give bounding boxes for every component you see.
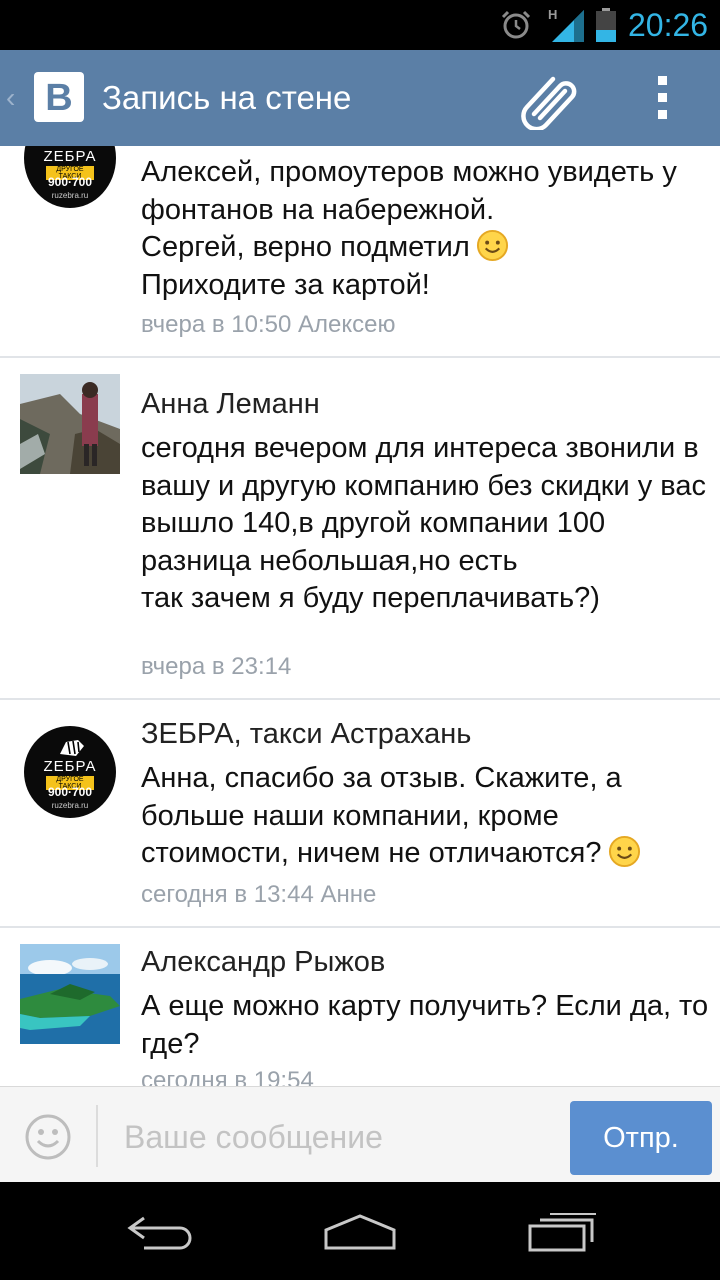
network-type-label: H <box>548 7 557 22</box>
alarm-clock-icon <box>501 10 531 39</box>
paperclip-icon[interactable] <box>520 70 584 130</box>
divider <box>0 698 720 700</box>
comment-meta[interactable]: сегодня в 13:44 Анне <box>141 880 376 910</box>
zebra-logo-name: ZEБРА <box>43 758 97 775</box>
zebra-logo-name: ZEБРА <box>43 148 97 165</box>
divider <box>0 356 720 358</box>
signal-icon: H <box>548 7 584 42</box>
zebra-head-icon <box>60 740 84 756</box>
clock-time: 20:26 <box>628 7 709 43</box>
zebra-logo-phone: 900·700 <box>47 785 93 799</box>
zebra-logo-url: ruzebra.ru <box>51 801 89 810</box>
comment-text-main: Алексей, промоутеров можно увидеть у фон… <box>141 156 677 263</box>
divider <box>0 926 720 928</box>
smiley-emoji-icon <box>476 229 508 262</box>
vk-logo[interactable]: В <box>34 72 84 122</box>
smiley-icon[interactable] <box>24 1113 72 1161</box>
send-button[interactable]: Отпр. <box>570 1101 712 1175</box>
comment-text-main: Анна, спасибо за отзыв. Скажите, а больш… <box>141 762 622 869</box>
back-chevron-icon[interactable]: ‹ <box>6 80 15 116</box>
comment-meta[interactable]: вчера в 23:14 <box>141 652 291 682</box>
message-input[interactable] <box>110 1109 550 1165</box>
user-photo-avatar[interactable] <box>20 944 120 1044</box>
comment-meta[interactable]: сегодня в 19:54 <box>141 1066 314 1086</box>
comment-text-after: Приходите за картой! <box>141 268 430 301</box>
zebra-avatar[interactable]: ZEБРА ДРУГОЕ ТАКСИ 900·700 ruzebra.ru <box>24 146 116 208</box>
user-photo-avatar[interactable] <box>20 374 120 474</box>
app-header: ‹ В Запись на стене <box>0 50 720 146</box>
overflow-menu-icon[interactable] <box>650 76 674 124</box>
comment-author[interactable]: ЗЕБРА, такси Астрахань <box>141 716 471 752</box>
page-title: Запись на стене <box>102 79 352 116</box>
comment-author[interactable]: Александр Рыжов <box>141 944 385 980</box>
zebra-logo-url: ruzebra.ru <box>51 191 89 200</box>
recent-apps-icon[interactable] <box>526 1210 598 1254</box>
status-bar: H 20:26 <box>0 0 720 50</box>
message-composer: Отпр. <box>0 1086 720 1182</box>
back-arrow-icon[interactable] <box>124 1212 196 1252</box>
home-icon[interactable] <box>320 1212 400 1252</box>
composer-divider <box>96 1105 98 1167</box>
zebra-avatar[interactable]: ZEБРА ДРУГОЕ ТАКСИ 900·700 ruzebra.ru <box>24 726 116 818</box>
smiley-emoji-icon <box>608 835 640 868</box>
battery-icon <box>596 8 616 42</box>
comment-meta[interactable]: вчера в 10:50 Алексею <box>141 310 396 340</box>
comment-text: Алексей, промоутеров можно увидеть у фон… <box>141 154 711 304</box>
comment-author[interactable]: Анна Леманн <box>141 386 320 422</box>
system-nav-bar <box>0 1182 720 1280</box>
comment-text: Анна, спасибо за отзыв. Скажите, а больш… <box>141 760 711 873</box>
zebra-logo-phone: 900·700 <box>47 175 93 189</box>
comments-list[interactable]: ZEБРА ДРУГОЕ ТАКСИ 900·700 ruzebra.ru Ал… <box>0 146 720 1086</box>
comment-text: сегодня вечером для интереса звонили в в… <box>141 432 706 614</box>
comment-text: А еще можно карту получить? Если да, то … <box>141 990 709 1060</box>
